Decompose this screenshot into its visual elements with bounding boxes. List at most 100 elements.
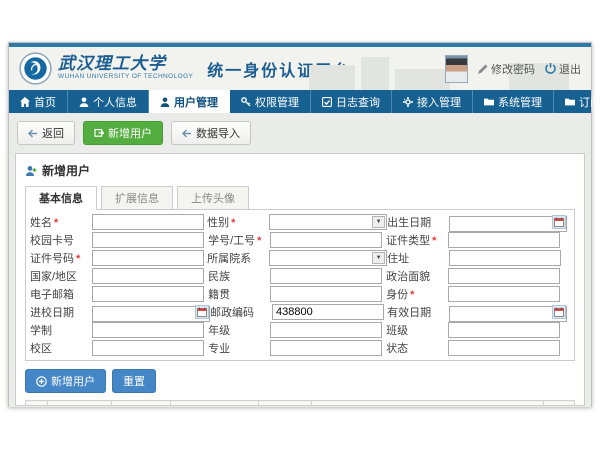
data-import-button-label: 数据导入 — [196, 125, 240, 141]
panel-title-text: 新增用户 — [42, 162, 90, 179]
form-field-identity: 身份* — [386, 286, 570, 302]
nav-item-log-query[interactable]: 日志查询 — [311, 90, 392, 113]
nav-label: 个人信息 — [93, 94, 137, 110]
change-password-link[interactable]: 修改密码 — [478, 61, 535, 77]
person-icon — [79, 97, 89, 107]
form-buttons: 新增用户 重置 — [25, 369, 575, 393]
required-marker: * — [231, 217, 235, 229]
field-label-text: 年级 — [208, 325, 230, 337]
form-field-email: 电子邮箱 — [30, 286, 208, 302]
form-field-name: 姓名* — [30, 214, 207, 230]
nav-item-access-management[interactable]: 接入管理 — [392, 90, 473, 113]
nav-item-personal-info[interactable]: 个人信息 — [68, 90, 149, 113]
add-user-toolbar-button[interactable]: 新增用户 — [83, 121, 163, 145]
calendar-icon[interactable] — [195, 305, 209, 319]
form-row: 校区 专业 状态 — [30, 340, 570, 356]
ethnicity-input[interactable] — [270, 268, 382, 284]
data-import-button[interactable]: 数据导入 — [171, 121, 251, 145]
form-row: 校园卡号 学号/工号* 证件类型* — [30, 232, 570, 248]
nav-item-home[interactable]: 首页 — [9, 90, 68, 113]
main-nav: 首页 个人信息 用户管理 权限管理 日志查询 接入管理 系统管理 订阅管理 — [9, 90, 591, 113]
form-field-schooling-length: 学制 — [30, 322, 208, 338]
reset-button[interactable]: 重置 — [112, 369, 156, 393]
student-id-input[interactable] — [270, 232, 382, 248]
tab-label: 上传头像 — [191, 193, 235, 205]
field-label: 学制 — [30, 322, 92, 338]
field-label-text: 出生日期 — [387, 217, 431, 229]
tab-label: 基本信息 — [39, 193, 83, 205]
key-icon — [241, 97, 251, 107]
tab-upload-photo[interactable]: 上传头像 — [177, 186, 249, 210]
schooling-length-input[interactable] — [92, 322, 204, 338]
field-label-text: 民族 — [208, 271, 230, 283]
postal-code-input[interactable] — [272, 304, 384, 320]
major-input[interactable] — [270, 340, 382, 356]
department-select[interactable]: ▼ — [269, 250, 387, 266]
nav-item-subscription-management[interactable]: 订阅管理 — [554, 90, 600, 113]
field-label: 电子邮箱 — [30, 286, 92, 302]
field-label: 民族 — [208, 268, 270, 284]
field-label: 姓名* — [30, 214, 92, 230]
field-label-text: 班级 — [386, 325, 408, 337]
back-button[interactable]: 返回 — [17, 121, 75, 145]
field-label-text: 有效日期 — [387, 307, 431, 319]
id-type-input[interactable] — [448, 232, 560, 248]
form-field-address: 住址 — [387, 250, 570, 266]
field-label-text: 学制 — [30, 325, 52, 337]
field-label-text: 校区 — [30, 343, 52, 355]
chevron-down-icon[interactable]: ▼ — [372, 252, 385, 264]
field-label-text: 性别 — [207, 217, 229, 229]
nav-item-permission-management[interactable]: 权限管理 — [230, 90, 311, 113]
col-student-id: 学号/工号 — [47, 401, 111, 407]
gender-select[interactable]: ▼ — [269, 214, 387, 230]
chevron-down-icon[interactable]: ▼ — [372, 216, 385, 228]
field-label: 证件类型* — [386, 232, 448, 248]
calendar-icon[interactable] — [552, 215, 566, 229]
submit-button-label: 新增用户 — [51, 373, 95, 389]
address-input[interactable] — [449, 250, 561, 266]
field-label-text: 住址 — [387, 253, 409, 265]
nav-label: 日志查询 — [336, 94, 380, 110]
birth-date-input[interactable] — [449, 216, 567, 232]
field-label: 政治面貌 — [386, 268, 448, 284]
class-input[interactable] — [448, 322, 560, 338]
political-status-input[interactable] — [448, 268, 560, 284]
calendar-icon[interactable] — [552, 305, 566, 319]
status-input[interactable] — [448, 340, 560, 356]
user-plus-icon — [25, 165, 37, 177]
field-label: 所属院系 — [207, 250, 269, 266]
building-silhouette — [361, 57, 389, 90]
campus-input[interactable] — [92, 340, 204, 356]
campus-card-input[interactable] — [92, 232, 204, 248]
field-label-text: 所属院系 — [207, 253, 251, 265]
back-arrow-icon — [28, 129, 38, 138]
tab-basic-info[interactable]: 基本信息 — [25, 186, 97, 210]
native-place-input[interactable] — [270, 286, 382, 302]
nav-item-system-management[interactable]: 系统管理 — [473, 90, 554, 113]
email-input[interactable] — [92, 286, 204, 302]
form-row: 证件号码* 所属院系 ▼ 住址 — [30, 250, 570, 266]
select-all-checkbox[interactable] — [30, 405, 40, 407]
name-input[interactable] — [92, 214, 204, 230]
required-marker: * — [76, 253, 80, 265]
tab-extended-info[interactable]: 扩展信息 — [101, 186, 173, 210]
field-label-text: 校园卡号 — [30, 235, 74, 247]
country-input[interactable] — [92, 268, 204, 284]
col-identity: 身份 — [258, 401, 311, 407]
form-field-campus-card: 校园卡号 — [30, 232, 208, 248]
submit-add-user-button[interactable]: 新增用户 — [25, 369, 106, 393]
form-field-student-id: 学号/工号* — [208, 232, 386, 248]
required-marker: * — [257, 235, 261, 247]
valid-date-input[interactable] — [449, 306, 567, 322]
back-button-label: 返回 — [42, 125, 64, 141]
entry-date-input[interactable] — [92, 306, 210, 322]
nav-item-user-management[interactable]: 用户管理 — [149, 90, 230, 113]
field-label: 学号/工号* — [208, 232, 270, 248]
identity-input[interactable] — [448, 286, 560, 302]
logout-label: 退出 — [559, 61, 581, 77]
gear-icon — [403, 97, 413, 107]
reset-button-label: 重置 — [123, 373, 145, 389]
grade-input[interactable] — [270, 322, 382, 338]
logout-link[interactable]: 退出 — [545, 61, 581, 77]
id-number-input[interactable] — [92, 250, 204, 266]
